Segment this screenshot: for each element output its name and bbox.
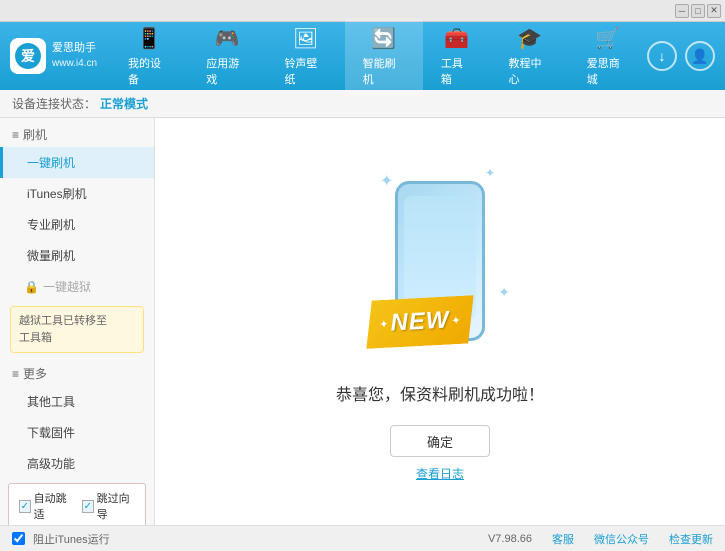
user-button[interactable]: 👤 <box>685 41 715 71</box>
content-area: ✦ ✦ ✦ ✦ NEW ✦ 恭喜您，保资料刷机成功啦！ 确定 查看日志 <box>155 118 725 525</box>
nav-icon-tools: 🧰 <box>444 26 469 51</box>
daily-log-link[interactable]: 查看日志 <box>416 465 464 482</box>
sidebar-item-firmware[interactable]: 下载固件 <box>0 417 154 448</box>
sparkle-1: ✦ <box>380 171 393 191</box>
new-ribbon: ✦ NEW ✦ <box>364 295 476 349</box>
ribbon-star-right: ✦ <box>451 313 461 326</box>
more-group-icon: ≡ <box>12 367 19 381</box>
more-group-label: 更多 <box>23 365 47 382</box>
nav-icon-flash: 🔄 <box>371 26 396 51</box>
header: 爱 爱思助手 www.i4.cn 📱 我的设备 🎮 应用游戏 🖼 铃声壁纸 🔄 … <box>0 22 725 90</box>
ribbon-star-left: ✦ <box>379 317 389 330</box>
nav-items: 📱 我的设备 🎮 应用游戏 🖼 铃声壁纸 🔄 智能刷机 🧰 工具箱 🎓 教程中心… <box>110 18 647 95</box>
sidebar-group-more: ≡ 更多 <box>0 357 154 386</box>
nav-label-my-device: 我的设备 <box>128 55 170 87</box>
nav-label-flash: 智能刷机 <box>363 55 405 87</box>
success-text: 恭喜您，保资料刷机成功啦！ <box>336 381 544 405</box>
sidebar-item-pro[interactable]: 专业刷机 <box>0 209 154 240</box>
nav-label-ringtone: 铃声壁纸 <box>284 55 326 87</box>
auto-jump-check-icon: ✓ <box>19 500 31 513</box>
sidebar-item-other-tools[interactable]: 其他工具 <box>0 386 154 417</box>
flash-group-icon: ≡ <box>12 128 19 142</box>
status-label: 设备连接状态： <box>12 95 96 112</box>
status-value: 正常模式 <box>100 95 148 112</box>
skip-wizard-check-icon: ✓ <box>82 500 94 513</box>
nav-item-shop[interactable]: 🛒 爱思商城 <box>569 18 647 95</box>
sidebar-item-jailbreak: 🔒 一键越狱 <box>0 271 154 302</box>
sparkle-3: ✦ <box>498 284 510 301</box>
footer-right: V7.98.66 客服 微信公众号 检查更新 <box>488 531 713 547</box>
logo-area: 爱 爱思助手 www.i4.cn <box>10 38 110 74</box>
itunes-block-checkbox[interactable] <box>12 532 25 545</box>
version-label: V7.98.66 <box>488 533 532 545</box>
nav-right: ↓ 👤 <box>647 41 715 71</box>
lock-icon: 🔒 <box>24 280 39 294</box>
svg-text:爱: 爱 <box>21 48 35 64</box>
skip-wizard-label: 跳过向导 <box>97 490 135 522</box>
nav-item-tutorial[interactable]: 🎓 教程中心 <box>491 18 569 95</box>
confirm-button[interactable]: 确定 <box>390 425 490 457</box>
nav-icon-ringtone: 🖼 <box>293 26 318 51</box>
sidebar-item-micro[interactable]: 微量刷机 <box>0 240 154 271</box>
nav-icon-shop: 🛒 <box>595 26 620 51</box>
nav-label-tools: 工具箱 <box>441 55 473 87</box>
ribbon-text: NEW <box>390 306 450 337</box>
minimize-button[interactable]: ─ <box>675 4 689 18</box>
check-update-link[interactable]: 检查更新 <box>669 531 713 547</box>
sidebar-item-advanced[interactable]: 高级功能 <box>0 448 154 479</box>
close-button[interactable]: ✕ <box>707 4 721 18</box>
sparkle-2: ✦ <box>485 166 495 180</box>
logo-text: 爱思助手 www.i4.cn <box>52 41 97 70</box>
phone-illustration: ✦ ✦ ✦ ✦ NEW ✦ <box>360 161 520 361</box>
nav-icon-apps: 🎮 <box>215 26 240 51</box>
checkbox-row: ✓ 自动跳适 ✓ 跳过向导 <box>8 483 146 525</box>
nav-item-tools[interactable]: 🧰 工具箱 <box>423 18 491 95</box>
nav-label-shop: 爱思商城 <box>587 55 629 87</box>
flash-group-label: 刷机 <box>23 126 47 143</box>
skip-wizard-checkbox[interactable]: ✓ 跳过向导 <box>82 490 135 522</box>
auto-jump-label: 自动跳适 <box>34 490 72 522</box>
nav-label-tutorial: 教程中心 <box>509 55 551 87</box>
nav-item-flash[interactable]: 🔄 智能刷机 <box>345 18 423 95</box>
footer: 阻止iTunes运行 V7.98.66 客服 微信公众号 检查更新 <box>0 525 725 551</box>
wechat-link[interactable]: 微信公众号 <box>594 531 649 547</box>
sidebar: ≡ 刷机 一键刷机 iTunes刷机 专业刷机 微量刷机 🔒 一键越狱 越狱工具… <box>0 118 155 525</box>
sidebar-notice: 越狱工具已转移至工具箱 <box>10 306 144 353</box>
nav-icon-my-device: 📱 <box>137 26 162 51</box>
logo-icon: 爱 <box>10 38 46 74</box>
nav-item-apps[interactable]: 🎮 应用游戏 <box>188 18 266 95</box>
main-content: ≡ 刷机 一键刷机 iTunes刷机 专业刷机 微量刷机 🔒 一键越狱 越狱工具… <box>0 118 725 525</box>
nav-label-apps: 应用游戏 <box>206 55 248 87</box>
nav-icon-tutorial: 🎓 <box>517 26 542 51</box>
nav-item-ringtone[interactable]: 🖼 铃声壁纸 <box>266 18 344 95</box>
sidebar-item-itunes[interactable]: iTunes刷机 <box>0 178 154 209</box>
maximize-button[interactable]: □ <box>691 4 705 18</box>
customer-service-link[interactable]: 客服 <box>552 531 574 547</box>
auto-jump-checkbox[interactable]: ✓ 自动跳适 <box>19 490 72 522</box>
itunes-block-label: 阻止iTunes运行 <box>33 531 110 547</box>
sidebar-item-onekey[interactable]: 一键刷机 <box>0 147 154 178</box>
footer-left: 阻止iTunes运行 <box>12 531 110 547</box>
nav-item-my-device[interactable]: 📱 我的设备 <box>110 18 188 95</box>
sidebar-group-flash: ≡ 刷机 <box>0 118 154 147</box>
download-button[interactable]: ↓ <box>647 41 677 71</box>
